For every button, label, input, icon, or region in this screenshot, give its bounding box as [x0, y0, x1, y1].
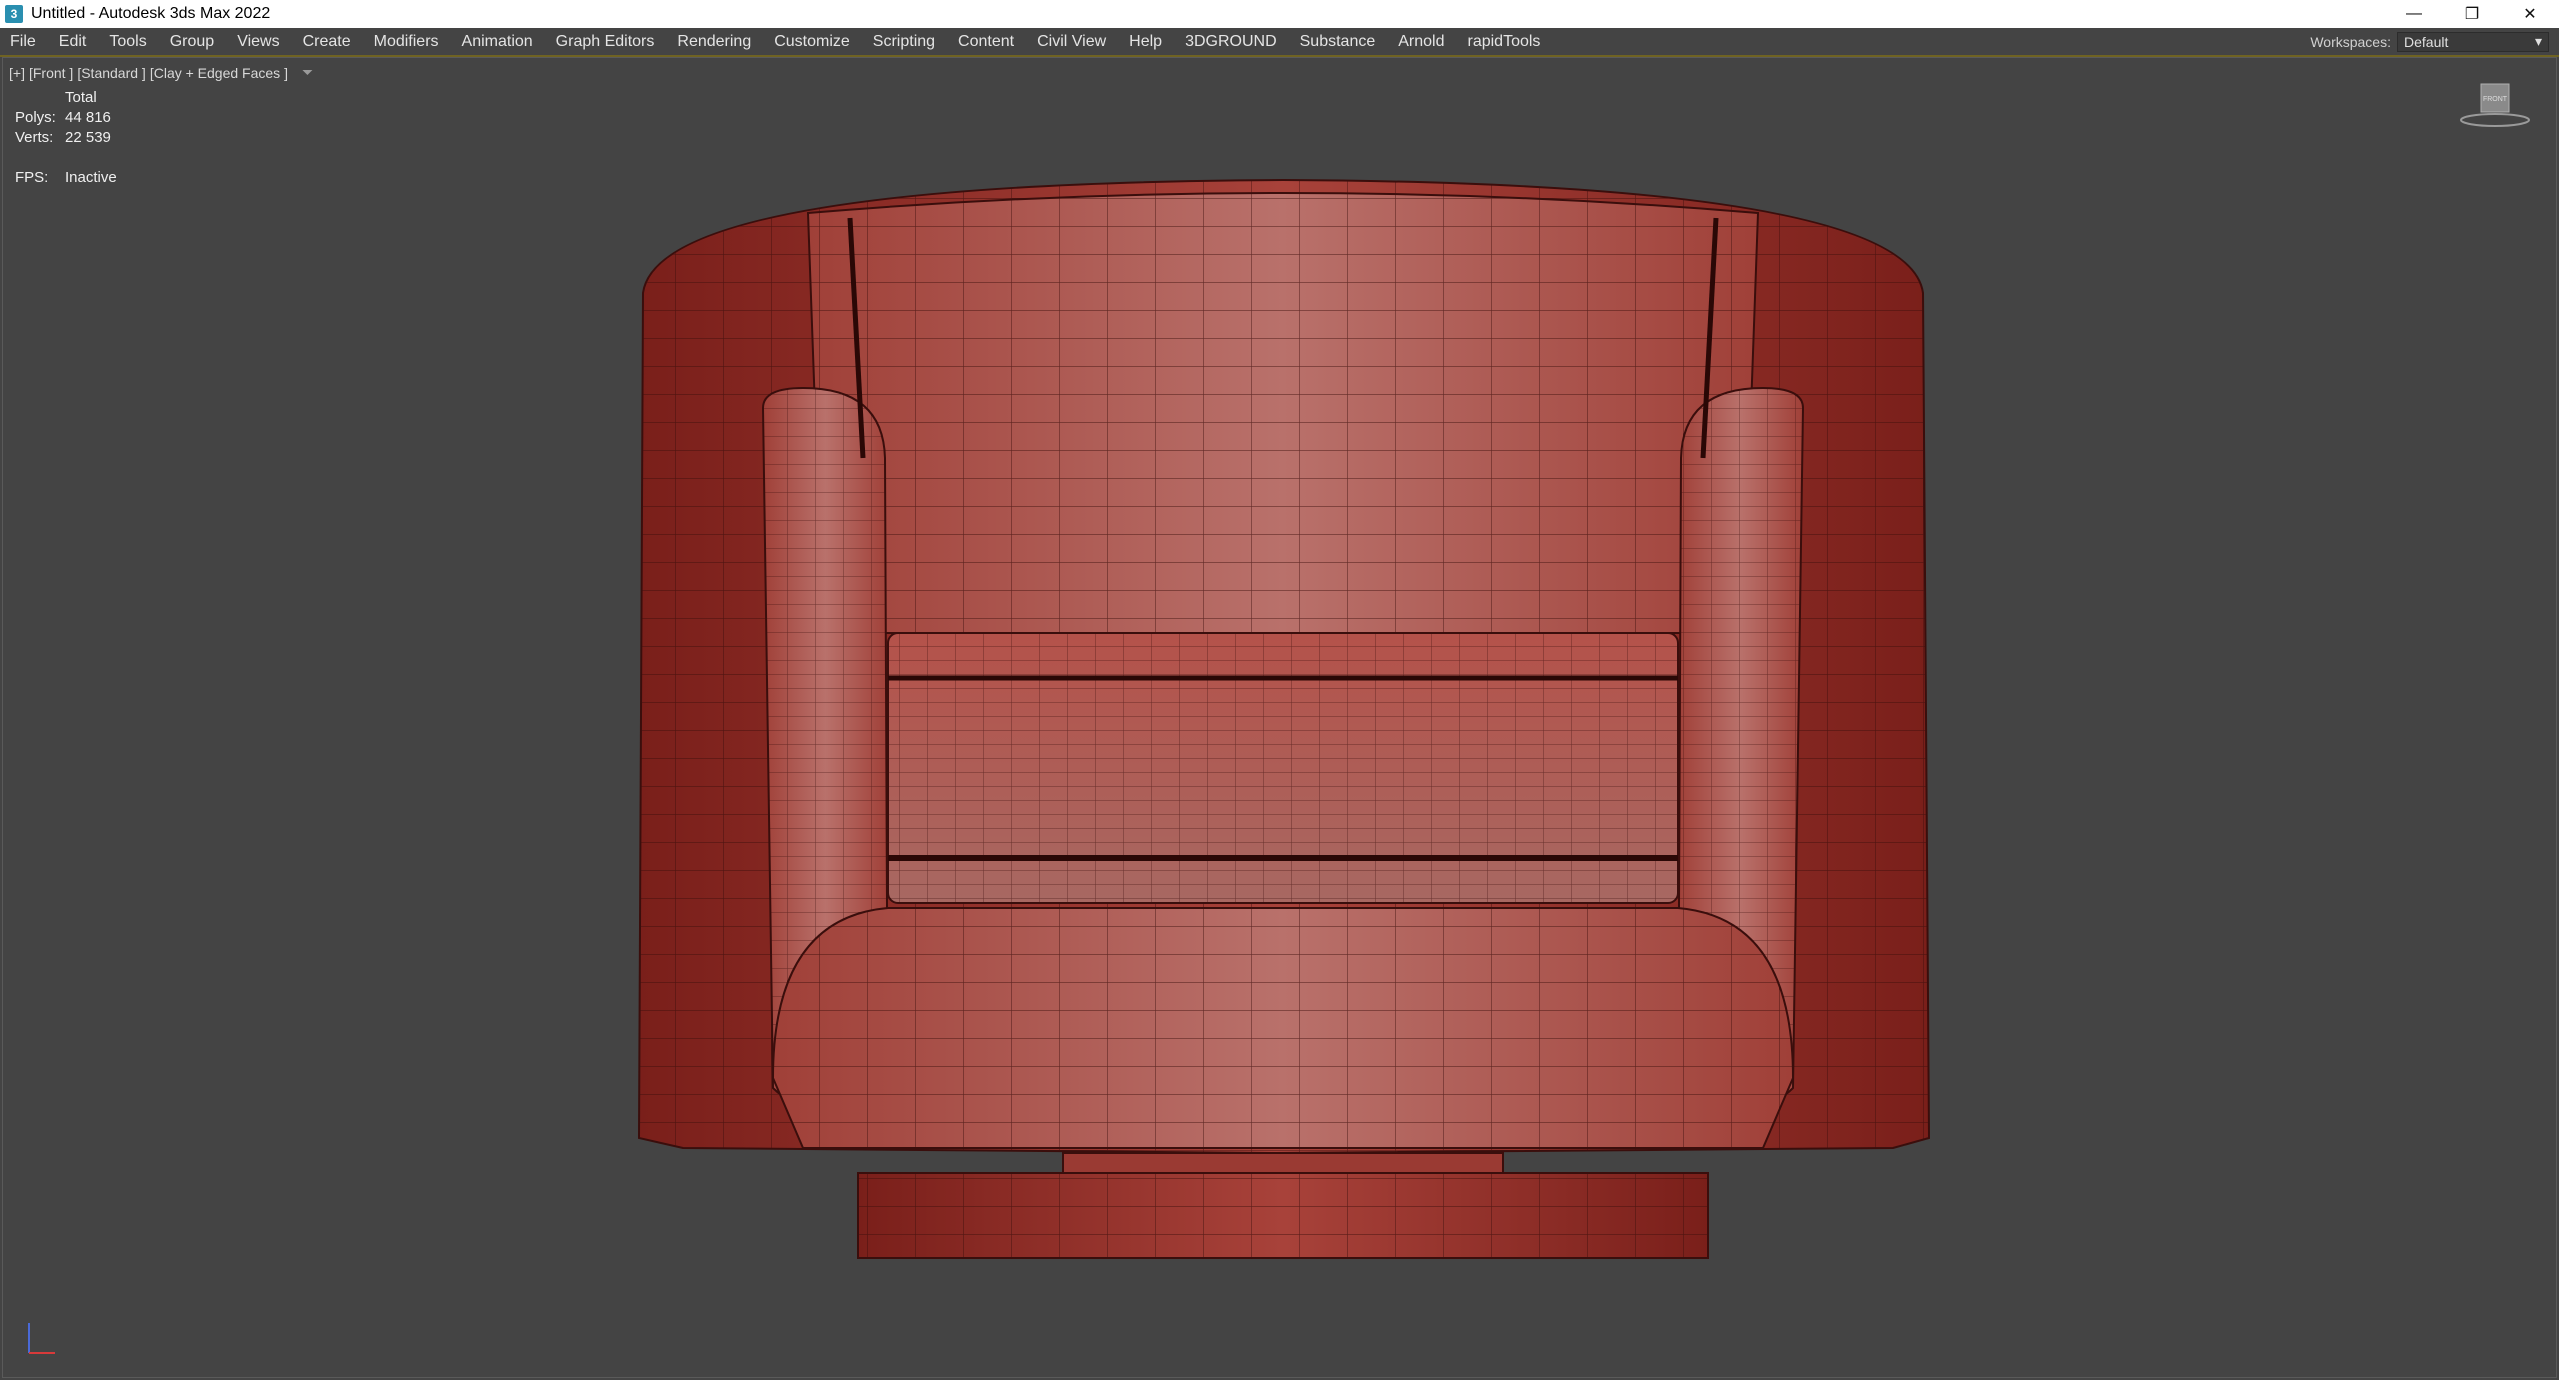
menu-content[interactable]: Content	[958, 33, 1014, 51]
verts-count: 22 539	[65, 129, 111, 146]
stats-header: Total	[65, 89, 97, 106]
menu-bar: File Edit Tools Group Views Create Modif…	[0, 28, 2559, 57]
workspaces: Workspaces: Default ▾	[2310, 28, 2549, 55]
viewport-point-of-view[interactable]: [Front ]	[29, 65, 73, 81]
menu-edit[interactable]: Edit	[59, 33, 87, 51]
workspaces-label: Workspaces:	[2310, 33, 2391, 50]
viewport-shading-mode[interactable]: [Clay + Edged Faces ]	[150, 65, 288, 81]
viewcube-icon[interactable]: FRONT	[2458, 70, 2532, 130]
polys-label: Polys:	[15, 109, 56, 126]
menu-civil-view[interactable]: Civil View	[1037, 33, 1106, 51]
filter-icon[interactable]: ⏷	[302, 64, 313, 81]
axis-tripod-icon	[28, 1323, 55, 1354]
menu-modifiers[interactable]: Modifiers	[374, 33, 439, 51]
workspaces-value: Default	[2404, 33, 2449, 50]
viewport-shading-standard[interactable]: [Standard ]	[77, 65, 146, 81]
viewcube-face-label: FRONT	[2483, 96, 2508, 103]
menu-arnold[interactable]: Arnold	[1398, 33, 1444, 51]
front-viewport[interactable]: [+] [Front ] [Standard ] [Clay + Edged F…	[2, 57, 2557, 1378]
fps-value: Inactive	[65, 169, 117, 186]
viewport-plus-menu[interactable]: [+]	[9, 65, 25, 81]
restore-button[interactable]: ❐	[2443, 0, 2501, 28]
menu-3dground[interactable]: 3DGROUND	[1185, 33, 1277, 51]
menu-views[interactable]: Views	[237, 33, 279, 51]
menu-create[interactable]: Create	[303, 33, 351, 51]
menu-file[interactable]: File	[10, 33, 36, 51]
menu-tools[interactable]: Tools	[109, 33, 146, 51]
menu-graph-editors[interactable]: Graph Editors	[556, 33, 655, 51]
minimize-button[interactable]: —	[2385, 0, 2443, 28]
menu-animation[interactable]: Animation	[462, 33, 533, 51]
menu-rapidtools[interactable]: rapidTools	[1467, 33, 1540, 51]
menu-scripting[interactable]: Scripting	[873, 33, 935, 51]
title-bar: 3 Untitled - Autodesk 3ds Max 2022 — ❐ ✕	[0, 0, 2559, 28]
chair-model	[637, 178, 1931, 1259]
verts-label: Verts:	[15, 129, 54, 146]
close-button[interactable]: ✕	[2501, 0, 2559, 28]
menu-customize[interactable]: Customize	[774, 33, 850, 51]
polys-count: 44 816	[65, 109, 111, 126]
menu-substance[interactable]: Substance	[1300, 33, 1376, 51]
window-title: Untitled - Autodesk 3ds Max 2022	[31, 5, 271, 22]
viewport-label[interactable]: [+] [Front ] [Standard ] [Clay + Edged F…	[9, 64, 313, 81]
viewport-statistics: Total Polys: 44 816 Verts: 22 539 FPS: Inac…	[15, 88, 117, 188]
app-icon: 3	[5, 5, 23, 23]
menu-group[interactable]: Group	[170, 33, 214, 51]
workspaces-dropdown[interactable]: Default ▾	[2397, 31, 2549, 52]
window-controls: — ❐ ✕	[2385, 0, 2559, 28]
menu-help[interactable]: Help	[1129, 33, 1162, 51]
fps-label: FPS:	[15, 169, 49, 186]
chevron-down-icon: ▾	[2534, 33, 2542, 49]
menu-rendering[interactable]: Rendering	[677, 33, 751, 51]
